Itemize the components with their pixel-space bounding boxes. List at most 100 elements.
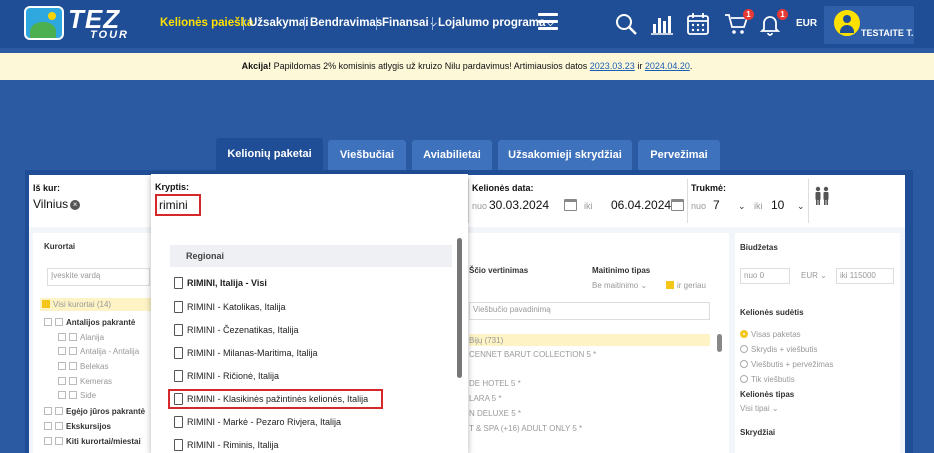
nav-uzsakymai[interactable]: Užsakymai (249, 17, 308, 29)
composition-option[interactable]: Tik viešbutis (740, 375, 795, 384)
composition-option[interactable]: Visas paketas (740, 330, 801, 339)
hotel-item[interactable]: LARA 5 * (469, 394, 501, 403)
resort-item[interactable]: Belekas (58, 362, 108, 371)
meal-better-label: ir geriau (677, 281, 706, 290)
hotel-item[interactable]: DE HOTEL 5 * (469, 379, 521, 388)
trip-type-select[interactable]: Visi tipai ⌄ (740, 404, 779, 413)
tab-pervezimai[interactable]: Pervežimai (638, 140, 720, 170)
field-divider (808, 179, 809, 223)
dropdown-item[interactable]: RIMINI - Markė - Pezaro Rivjera, Italija (172, 413, 432, 431)
resort-item[interactable]: Kiti kurortai/miestai (44, 437, 141, 446)
search-icon[interactable] (614, 12, 638, 36)
composition-option[interactable]: Skrydis + viešbutis (740, 345, 817, 354)
promo-end: . (689, 61, 693, 71)
top-navigation-bar: TEZ TOUR Kelionės paieška Užsakymai Bend… (0, 0, 934, 48)
dropdown-item[interactable]: RIMINI, Italija - Visi (172, 274, 432, 292)
dropdown-item[interactable]: RIMINI - Čezenatikas, Italija (172, 321, 432, 339)
composition-option-label: Skrydis + viešbutis (751, 345, 818, 354)
checkbox-icon (58, 333, 66, 341)
hotel-item[interactable]: N DELUXE 5 * (469, 409, 521, 418)
composition-option-label: Viešbutis + pervežimas (751, 360, 834, 369)
tab-uzsakomieji-skrydziai[interactable]: Užsakomieji skrydžiai (498, 140, 632, 170)
hotel-search-input[interactable]: Viešbučio pavadinimą (469, 302, 710, 320)
resort-item[interactable]: Kemeras (58, 377, 112, 386)
nav-lojalumo-label: Lojalumo programa (438, 17, 546, 29)
tab-kelioniu-paketai[interactable]: Kelionių paketai (216, 138, 323, 170)
date-from-field[interactable]: 30.03.2024 (489, 198, 549, 212)
nav-kelioniu-paieska[interactable]: Kelionės paieška (160, 17, 253, 29)
duration-from-select[interactable]: 7 (713, 198, 720, 212)
resort-item-label: Kiti kurortai/miestai (66, 437, 141, 446)
nav-separator (376, 17, 377, 30)
hotel-all-item[interactable]: Bijų (731) (469, 336, 503, 345)
location-icon (174, 301, 183, 313)
dropdown-scrollbar[interactable] (457, 238, 462, 378)
calendar-icon[interactable] (671, 199, 684, 211)
logo-subtext: TOUR (90, 29, 129, 41)
tab-viesbuciai[interactable]: Viešbučiai (328, 140, 406, 170)
radio-icon (740, 345, 748, 353)
notification-badge: 1 (777, 9, 788, 20)
checkbox-icon (44, 437, 52, 445)
composition-option[interactable]: Viešbutis + pervežimas (740, 360, 833, 369)
meal-type-value: Be maitinimo (592, 281, 639, 290)
location-icon (174, 347, 183, 359)
promo-banner: Akcija! Papildomas 2% komisinis atlygis … (0, 53, 934, 80)
nav-finansai[interactable]: Finansai ⌵ (382, 17, 437, 29)
budget-from-input[interactable]: nuo 0 (740, 268, 790, 284)
from-field[interactable]: Vilnius × (33, 197, 81, 211)
checkbox-icon (69, 333, 77, 341)
tab-aviabilietai[interactable]: Aviabilietai (412, 140, 492, 170)
resort-item[interactable]: Alanija (58, 333, 104, 342)
meal-type-select[interactable]: Be maitinimo ⌄ (592, 281, 647, 290)
date-to-field[interactable]: 06.04.2024 (611, 198, 671, 212)
hamburger-menu-icon[interactable] (538, 13, 558, 31)
dropdown-item-label: RIMINI - Milanas-Maritima, Italija (187, 348, 318, 358)
budget-to-input[interactable]: iki 115000 (836, 268, 894, 284)
resort-item[interactable]: Antalija - Antalija (58, 347, 139, 356)
resort-search-input[interactable]: Įveskite vardą (47, 268, 150, 286)
logo-mark-icon (24, 6, 64, 40)
chevron-down-icon: ⌄ (820, 271, 827, 280)
hotel-item[interactable]: CENNET BARUT COLLECTION 5 * (469, 350, 596, 359)
resort-item[interactable]: Egėjo jūros pakrantė (44, 407, 145, 416)
radio-icon (740, 375, 748, 383)
resort-item[interactable]: Antalijos pakrantė (44, 318, 135, 327)
dropdown-item[interactable]: RIMINI - Riminis, Italija (172, 436, 432, 453)
resort-item-label: Antalijos pakrantė (66, 318, 136, 327)
user-menu[interactable]: TESTAITE T. (824, 6, 914, 44)
checkbox-icon (69, 377, 77, 385)
chart-icon[interactable] (650, 12, 674, 36)
dropdown-item[interactable]: RIMINI - Katolikas, Italija (172, 298, 432, 316)
direction-input[interactable]: rimini (155, 194, 201, 216)
resort-item[interactable]: Side (58, 391, 96, 400)
highlight-annotation-box (168, 389, 383, 409)
duration-to-select[interactable]: 10 (771, 198, 784, 212)
radio-icon (740, 330, 748, 338)
dropdown-item-label: RIMINI - Markė - Pezaro Rivjera, Italija (187, 417, 342, 427)
budget-currency-select[interactable]: EUR ⌄ (801, 271, 827, 280)
clear-icon[interactable]: × (70, 200, 81, 210)
currency-selector[interactable]: EUR (796, 18, 817, 29)
promo-date-link-1[interactable]: 2023.03.23 (590, 61, 635, 71)
tez-tour-logo[interactable]: TEZ TOUR (24, 6, 148, 41)
nav-lojalumo-programa[interactable]: Lojalumo programa ⌵ (438, 17, 553, 29)
dropdown-item[interactable]: RIMINI - Milanas-Maritima, Italija (172, 344, 432, 362)
resort-item-label: Side (80, 391, 97, 400)
resort-item[interactable]: Ekskursijos (44, 422, 111, 431)
hotel-item[interactable]: T & SPA (+16) ADULT ONLY 5 * (469, 424, 582, 433)
calendar-icon[interactable] (564, 199, 577, 211)
duration-label: Trukmė: (691, 183, 727, 193)
nav-bendravimas[interactable]: Bendravimas (310, 17, 382, 29)
cart-button[interactable]: 1 (724, 9, 754, 36)
nav-separator (304, 17, 305, 30)
calendar-icon[interactable] (686, 12, 710, 36)
travelers-icon[interactable] (813, 186, 831, 206)
scrollbar[interactable] (717, 334, 722, 352)
promo-date-link-2[interactable]: 2024.04.20 (645, 61, 690, 71)
meal-better-checkbox[interactable]: ir geriau (666, 281, 706, 290)
dropdown-item-label: RIMINI, Italija - Visi (187, 278, 267, 288)
resort-item[interactable]: Visi kurortai (14) (42, 300, 111, 309)
dropdown-item[interactable]: RIMINI - Ričionė, Italija (172, 367, 432, 385)
notifications-button[interactable]: 1 (758, 9, 788, 36)
